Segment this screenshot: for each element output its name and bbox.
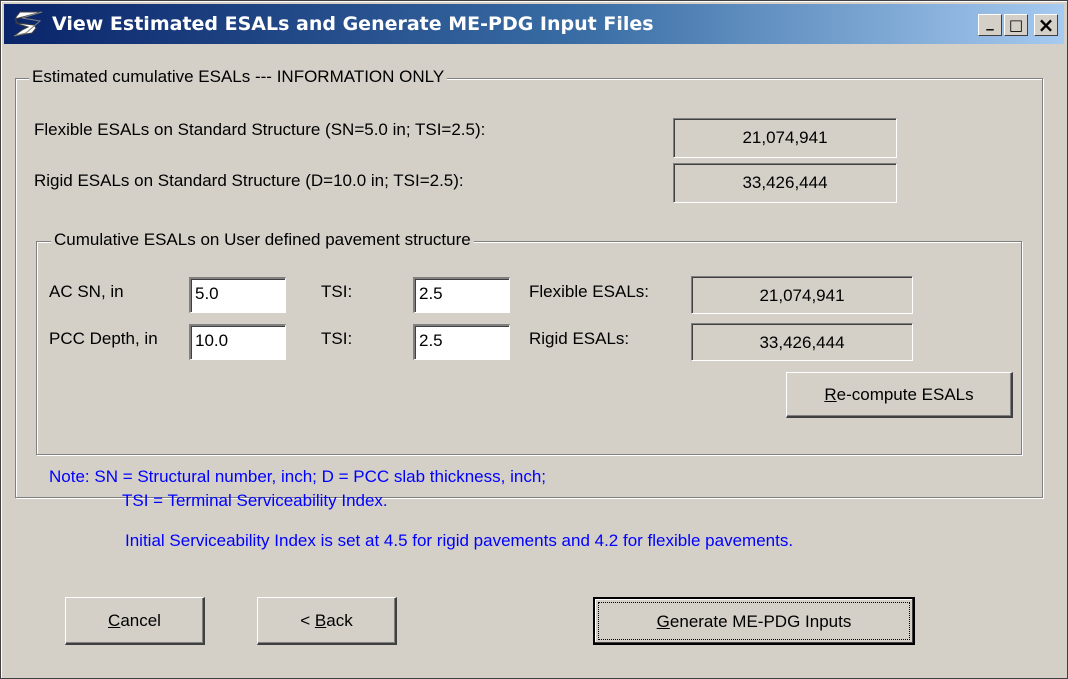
- rigid-esals-value: 33,426,444: [691, 323, 913, 361]
- note-line-1: Note: SN = Structural number, inch; D = …: [49, 467, 546, 486]
- flexible-esals-value: 21,074,941: [691, 276, 913, 314]
- minimize-icon: _: [986, 13, 994, 31]
- dialog-window: View Estimated ESALs and Generate ME-PDG…: [0, 0, 1068, 679]
- tsi-label-flexible: TSI:: [321, 282, 353, 301]
- standard-rigid-label: Rigid ESALs on Standard Structure (D=10.…: [34, 171, 464, 190]
- pcc-depth-input[interactable]: 10.0: [189, 324, 286, 360]
- cancel-label: Cancel: [108, 611, 161, 630]
- back-label: < Back: [300, 611, 353, 630]
- user-defined-group-label: Cumulative ESALs on User defined pavemen…: [51, 230, 474, 250]
- pcc-depth-label: PCC Depth, in: [49, 329, 158, 348]
- tsi-rigid-input[interactable]: 2.5: [413, 324, 510, 360]
- note-line-2: TSI = Terminal Serviceability Index.: [122, 491, 388, 510]
- tsi-label-rigid: TSI:: [321, 329, 353, 348]
- standard-flexible-value: 21,074,941: [673, 118, 897, 158]
- generate-inputs-label: Generate ME-PDG Inputs: [656, 612, 852, 631]
- window-title: View Estimated ESALs and Generate ME-PDG…: [52, 13, 654, 35]
- tsi-flexible-input[interactable]: 2.5: [413, 277, 510, 313]
- maximize-button[interactable]: □: [1004, 14, 1028, 36]
- ac-sn-label: AC SN, in: [49, 282, 124, 301]
- generate-inputs-button[interactable]: Generate ME-PDG Inputs: [593, 597, 915, 645]
- note-line-3: Initial Serviceability Index is set at 4…: [125, 531, 794, 550]
- ac-sn-input[interactable]: 5.0: [189, 277, 286, 313]
- recompute-esals-button[interactable]: Re-compute ESALs: [786, 372, 1013, 418]
- cancel-button[interactable]: Cancel: [65, 597, 205, 645]
- title-bar[interactable]: View Estimated ESALs and Generate ME-PDG…: [4, 4, 1064, 44]
- maximize-icon: □: [1008, 16, 1024, 34]
- estimated-esals-group-label: Estimated cumulative ESALs --- INFORMATI…: [29, 67, 448, 87]
- standard-rigid-value: 33,426,444: [673, 163, 897, 203]
- close-icon: ×: [1037, 13, 1055, 37]
- app-s-logo-icon: [13, 11, 43, 37]
- minimize-button[interactable]: _: [978, 13, 1002, 36]
- rigid-esals-label: Rigid ESALs:: [529, 329, 630, 348]
- flexible-esals-label: Flexible ESALs:: [529, 282, 649, 301]
- recompute-esals-label: Re-compute ESALs: [824, 385, 974, 404]
- standard-flexible-label: Flexible ESALs on Standard Structure (SN…: [34, 120, 486, 139]
- back-button[interactable]: < Back: [257, 597, 397, 645]
- close-button[interactable]: ×: [1034, 13, 1058, 37]
